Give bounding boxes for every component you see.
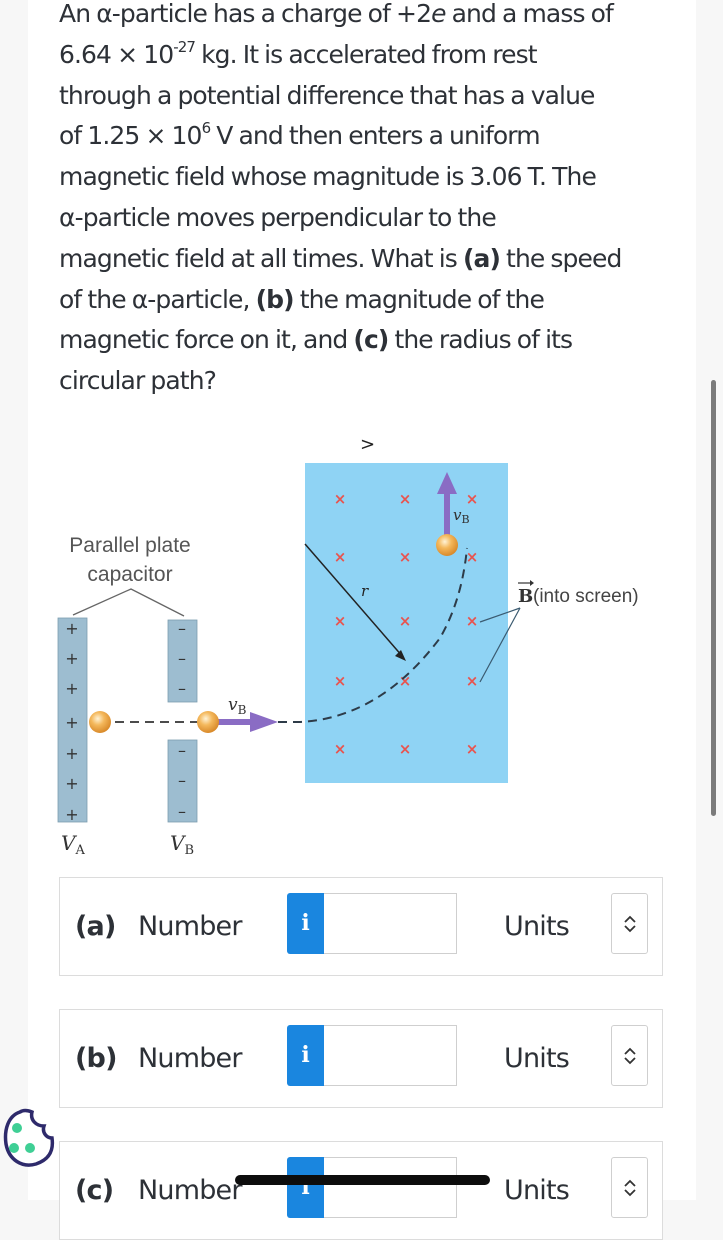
minus-sign: – bbox=[178, 802, 186, 821]
velocity-label-horizontal: vB bbox=[228, 695, 247, 717]
field-into-screen-mark: × bbox=[399, 740, 412, 758]
cookie-icon bbox=[3, 1108, 55, 1167]
physics-figure: > × × × × × × × × × × × × × × × Parallel plate capacit… bbox=[0, 420, 723, 860]
field-into-screen-mark: × bbox=[334, 548, 347, 566]
field-into-screen-mark: × bbox=[399, 490, 412, 508]
minus-sign: – bbox=[178, 679, 186, 698]
field-label-symbol: B bbox=[518, 586, 533, 607]
question-line: magnetic field at all times. What is (a)… bbox=[59, 243, 622, 273]
plus-sign: + bbox=[65, 805, 78, 824]
field-into-screen-mark: × bbox=[466, 548, 479, 566]
info-icon[interactable]: i bbox=[287, 1025, 324, 1086]
field-into-screen-mark: × bbox=[334, 672, 347, 690]
number-input-a[interactable] bbox=[324, 893, 457, 954]
velocity-arrow-vertical bbox=[444, 490, 450, 536]
question-line: 6.64 × 10-27 kg. It is accelerated from … bbox=[59, 37, 538, 69]
capacitor-label-line1: Parallel plate bbox=[69, 534, 190, 557]
chevron-up-down-icon bbox=[623, 1047, 636, 1064]
units-select-a[interactable] bbox=[611, 893, 648, 954]
question-line: of 1.25 × 106 V and then enters a unifor… bbox=[59, 119, 541, 151]
field-into-screen-mark: × bbox=[399, 672, 412, 690]
minus-sign: – bbox=[178, 649, 186, 668]
number-input-b[interactable] bbox=[324, 1025, 457, 1086]
plus-sign: + bbox=[65, 679, 78, 698]
number-label: Number bbox=[138, 1043, 242, 1074]
scrollbar[interactable] bbox=[711, 380, 716, 816]
field-into-screen-mark: × bbox=[399, 548, 412, 566]
field-into-screen-mark: × bbox=[334, 490, 347, 508]
units-label: Units bbox=[504, 911, 570, 942]
capacitor-label-leader bbox=[72, 588, 185, 617]
chevron-up-down-icon bbox=[623, 1179, 636, 1196]
plate-a-label: VA bbox=[61, 831, 85, 858]
velocity-arrowhead-horizontal bbox=[250, 712, 278, 732]
info-icon[interactable]: i bbox=[287, 893, 324, 954]
answer-row-c: (c) Number i Units bbox=[59, 1141, 663, 1240]
part-label: (b) bbox=[75, 1043, 117, 1074]
question-line: α-particle moves perpendicular to the bbox=[59, 202, 497, 232]
field-into-screen-mark: × bbox=[466, 672, 479, 690]
home-indicator[interactable] bbox=[235, 1175, 490, 1185]
plus-sign: + bbox=[65, 649, 78, 668]
mass-value: 6.64 × 10 bbox=[59, 39, 174, 69]
units-select-c[interactable] bbox=[611, 1157, 648, 1218]
field-into-screen-mark: × bbox=[399, 612, 412, 630]
plus-sign: + bbox=[65, 619, 78, 638]
units-select-b[interactable] bbox=[611, 1025, 648, 1086]
question-line: through a potential difference that has … bbox=[59, 80, 595, 110]
plate-b-label: VB bbox=[170, 831, 194, 858]
units-label: Units bbox=[504, 1175, 570, 1206]
field-into-screen-mark: × bbox=[466, 490, 479, 508]
minus-sign: – bbox=[178, 771, 186, 790]
part-label: (a) bbox=[75, 911, 116, 942]
question-line: magnetic field whose magnitude is 3.06 T… bbox=[59, 162, 597, 192]
nav-glyph: > bbox=[360, 434, 375, 455]
number-label: Number bbox=[138, 1175, 242, 1206]
particle-start bbox=[89, 711, 111, 733]
part-label: (c) bbox=[75, 1175, 114, 1206]
radius-label: r bbox=[361, 582, 369, 600]
particle-in-field bbox=[436, 534, 458, 556]
info-icon[interactable]: i bbox=[287, 1157, 324, 1218]
answer-row-b: (b) Number i Units bbox=[59, 1009, 663, 1108]
field-into-screen-mark: × bbox=[466, 612, 479, 630]
plus-sign: + bbox=[65, 744, 78, 763]
answer-row-a: (a) Number i Units bbox=[59, 877, 663, 976]
minus-sign: – bbox=[178, 619, 186, 638]
question-line: of the α-particle, (b) the magnitude of … bbox=[59, 284, 545, 314]
question-line: circular path? bbox=[59, 366, 217, 396]
field-into-screen-mark: × bbox=[334, 612, 347, 630]
plus-sign: + bbox=[65, 713, 78, 732]
number-input-c[interactable] bbox=[324, 1157, 457, 1218]
plus-sign: + bbox=[65, 774, 78, 793]
capacitor-label-line2: capacitor bbox=[87, 563, 172, 586]
field-label-text: (into screen) bbox=[533, 586, 639, 607]
figure-svg: > × × × × × × × × × × × × × × × Parallel plate capacit… bbox=[57, 434, 639, 858]
question-line: magnetic force on it, and (c) the radius… bbox=[59, 325, 573, 355]
field-into-screen-mark: × bbox=[334, 740, 347, 758]
number-label: Number bbox=[138, 911, 242, 942]
velocity-arrow-horizontal bbox=[215, 719, 253, 725]
cookie-settings-button[interactable] bbox=[0, 1108, 60, 1188]
question-line: An α-particle has a charge of +2e and a … bbox=[59, 0, 614, 28]
units-label: Units bbox=[504, 1043, 570, 1074]
field-into-screen-mark: × bbox=[466, 740, 479, 758]
minus-sign: – bbox=[178, 741, 186, 760]
voltage-value: of 1.25 × 10 bbox=[59, 121, 202, 151]
chevron-up-down-icon bbox=[623, 915, 636, 932]
question-text: An α-particle has a charge of +2e and a … bbox=[59, 0, 679, 402]
particle-exit bbox=[197, 711, 219, 733]
